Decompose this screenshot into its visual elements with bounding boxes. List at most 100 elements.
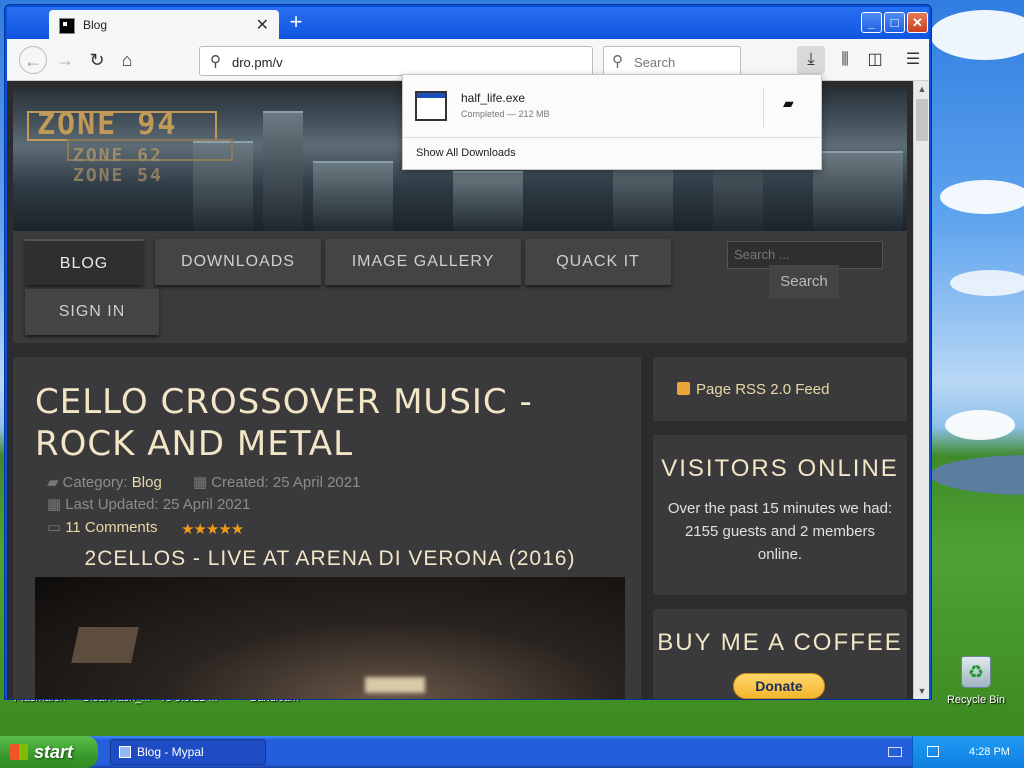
cloud bbox=[945, 410, 1015, 440]
tab-title: Blog bbox=[83, 18, 108, 32]
created-date: Created: 25 April 2021 bbox=[211, 474, 361, 491]
visitors-title: VISITORS ONLINE bbox=[661, 455, 899, 482]
page-scrollbar[interactable]: ▲ ▼ bbox=[913, 81, 929, 699]
search-icon: ⚲ bbox=[612, 53, 623, 70]
category-link[interactable]: Blog bbox=[132, 474, 162, 491]
recycle-bin-label: Recycle Bin bbox=[946, 694, 1006, 706]
scroll-down-icon[interactable]: ▼ bbox=[914, 683, 930, 699]
site-logo-line: ZONE 62 bbox=[73, 145, 163, 166]
coffee-title: BUY ME A COFFEE bbox=[657, 629, 903, 656]
menu-item-quack-it[interactable]: QUACK IT bbox=[525, 239, 671, 285]
recycle-bin[interactable]: Recycle Bin bbox=[944, 656, 1008, 706]
visitors-text: Over the past 15 minutes we had: 2155 gue… bbox=[665, 497, 895, 566]
library-icon[interactable]: ⫼ bbox=[831, 46, 859, 74]
rating-stars[interactable]: ★★★★★ bbox=[181, 520, 244, 538]
maximize-button[interactable]: □ bbox=[884, 12, 905, 33]
open-folder-icon[interactable]: ▰ bbox=[783, 95, 794, 112]
site-logo[interactable]: ZONE 94 bbox=[37, 107, 177, 142]
show-all-downloads-button[interactable]: Show All Downloads bbox=[416, 147, 516, 159]
url-bar[interactable]: ⚲ dro.pm/v bbox=[199, 46, 593, 76]
site-favicon-icon bbox=[59, 18, 75, 34]
arena-arches bbox=[71, 627, 139, 663]
article: CELLO CROSSOVER MUSIC - ROCK AND METAL ▰… bbox=[13, 357, 641, 699]
rss-link[interactable]: Page RSS 2.0 Feed bbox=[677, 381, 829, 398]
rss-label: Page RSS 2.0 Feed bbox=[696, 381, 830, 398]
donate-button[interactable]: Donate bbox=[733, 673, 825, 699]
menu-item-sign-in[interactable]: SIGN IN bbox=[25, 289, 159, 335]
stage-lights bbox=[365, 677, 425, 693]
menu-item-downloads[interactable]: DOWNLOADS bbox=[155, 239, 321, 285]
calendar-icon: ▦ bbox=[193, 474, 208, 491]
taskbar-item-label: Blog - Mypal bbox=[137, 745, 204, 759]
video-heading: 2CELLOS - LIVE AT ARENA DI VERONA (2016) bbox=[84, 547, 576, 570]
building bbox=[263, 111, 303, 231]
close-window-button[interactable]: ✕ bbox=[907, 12, 928, 33]
start-label: start bbox=[34, 742, 74, 762]
search-placeholder: Search bbox=[634, 55, 676, 70]
tab-close-icon[interactable]: ✕ bbox=[256, 15, 269, 35]
download-file-name[interactable]: half_life.exe bbox=[461, 91, 525, 105]
article-category: ▰ Category: Blog bbox=[47, 473, 162, 491]
comment-icon: ▭ bbox=[47, 519, 62, 536]
visitors-module: VISITORS ONLINE Over the past 15 minutes… bbox=[653, 435, 907, 595]
sidebar-icon[interactable]: ◫ bbox=[861, 46, 889, 74]
divider bbox=[763, 87, 764, 127]
comments-link[interactable]: 11 Comments bbox=[65, 519, 157, 536]
downloads-panel: half_life.exe Completed — 212 MB ▰ Show … bbox=[402, 74, 822, 170]
video-thumbnail[interactable] bbox=[35, 577, 625, 699]
executable-file-icon bbox=[415, 91, 447, 121]
reload-button[interactable]: ↻ bbox=[83, 46, 111, 74]
network-icon[interactable] bbox=[927, 746, 939, 757]
cloud bbox=[930, 10, 1024, 60]
visitors-count: 2155 guests and 2 members online. bbox=[684, 523, 876, 563]
calendar-icon: ▦ bbox=[47, 496, 62, 513]
keyboard-icon[interactable] bbox=[888, 747, 902, 757]
minimize-button[interactable]: _ bbox=[861, 12, 882, 33]
taskbar: start Blog - Mypal 4:28 PM bbox=[0, 736, 1024, 768]
home-button[interactable]: ⌂ bbox=[113, 46, 141, 74]
url-text: dro.pm/v bbox=[232, 55, 283, 70]
back-button[interactable]: ← bbox=[19, 46, 47, 74]
cloud bbox=[950, 270, 1024, 296]
new-tab-button[interactable]: + bbox=[283, 9, 309, 35]
recycle-bin-icon bbox=[961, 656, 991, 688]
building bbox=[813, 151, 903, 231]
folder-icon: ▰ bbox=[47, 474, 59, 491]
category-label: Category: bbox=[62, 474, 128, 491]
page-viewport: ZONE 94 ZONE 62 ZONE 54 BLOG DOWNLOADS I… bbox=[7, 81, 913, 699]
updated-date: Last Updated: 25 April 2021 bbox=[65, 496, 251, 513]
rss-module: Page RSS 2.0 Feed bbox=[653, 357, 907, 421]
article-comments[interactable]: ▭ 11 Comments bbox=[47, 518, 157, 536]
menu-item-blog[interactable]: BLOG bbox=[25, 239, 143, 285]
distant-hill bbox=[930, 455, 1024, 495]
start-button[interactable]: start bbox=[0, 736, 98, 768]
download-status: Completed — 212 MB bbox=[461, 109, 550, 119]
search-input[interactable]: ⚲ Search bbox=[603, 46, 741, 76]
search-icon: ⚲ bbox=[210, 53, 221, 70]
tab-strip: Blog ✕ + _ □ ✕ bbox=[7, 7, 929, 39]
system-tray: 4:28 PM bbox=[912, 736, 1024, 768]
visitors-intro: Over the past 15 minutes we had: bbox=[667, 500, 893, 517]
downloads-icon[interactable]: ⤓ bbox=[797, 46, 825, 74]
tab-blog[interactable]: Blog ✕ bbox=[49, 10, 279, 39]
menu-item-image-gallery[interactable]: IMAGE GALLERY bbox=[325, 239, 521, 285]
menu-icon[interactable]: ☰ bbox=[899, 46, 927, 74]
building bbox=[453, 171, 523, 231]
site-logo-line: ZONE 54 bbox=[73, 165, 163, 186]
windows-logo-icon bbox=[10, 744, 28, 760]
scrollbar-thumb[interactable] bbox=[916, 99, 928, 141]
article-title: CELLO CROSSOVER MUSIC - ROCK AND METAL bbox=[35, 382, 533, 464]
building bbox=[313, 161, 393, 231]
divider bbox=[403, 137, 821, 138]
clock[interactable]: 4:28 PM bbox=[969, 746, 1010, 758]
coffee-module: BUY ME A COFFEE Donate bbox=[653, 609, 907, 699]
forward-button[interactable]: → bbox=[51, 46, 79, 74]
article-created: ▦ Created: 25 April 2021 bbox=[193, 473, 360, 491]
window-icon bbox=[119, 746, 131, 758]
site-menu: BLOG DOWNLOADS IMAGE GALLERY QUACK IT SI… bbox=[13, 231, 907, 343]
scroll-up-icon[interactable]: ▲ bbox=[914, 81, 930, 97]
rss-icon bbox=[677, 382, 690, 395]
site-search-button[interactable]: Search bbox=[769, 265, 839, 299]
taskbar-item-blog[interactable]: Blog - Mypal bbox=[110, 739, 266, 765]
cloud bbox=[940, 180, 1024, 214]
